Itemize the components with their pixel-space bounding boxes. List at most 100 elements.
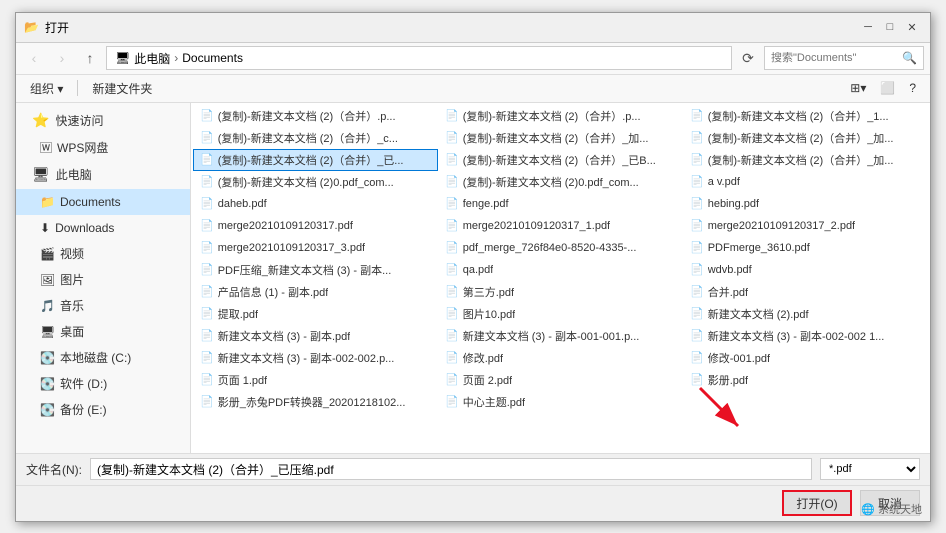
pdf-icon: 📄	[445, 263, 459, 276]
sidebar-item-videos[interactable]: 🎬 视频	[16, 241, 190, 267]
list-item[interactable]: 📄影册_赤兔PDF转换器_20201218102...	[193, 391, 438, 413]
close-button[interactable]: ✕	[902, 17, 922, 37]
up-button[interactable]: ↑	[78, 46, 102, 70]
list-item[interactable]: 📄合并.pdf	[683, 281, 928, 303]
path-separator: ›	[174, 51, 178, 65]
open-button-label: 打开(O)	[796, 495, 837, 512]
sidebar-item-software-d[interactable]: 💽 软件 (D:)	[16, 371, 190, 397]
view-button[interactable]: ⊞▾	[844, 77, 872, 99]
list-item[interactable]: 📄(复制)-新建文本文档 (2)（合并）.p...	[438, 105, 683, 127]
list-item[interactable]: 📄(复制)-新建文本文档 (2)（合并）_c...	[193, 127, 438, 149]
maximize-button[interactable]: □	[880, 17, 900, 37]
pdf-icon: 📄	[445, 131, 459, 144]
sidebar-item-pictures[interactable]: 🖼 图片	[16, 267, 190, 293]
sidebar-item-documents[interactable]: 📁 Documents	[16, 189, 190, 215]
list-item[interactable]: 📄新建文本文档 (3) - 副本-001-001.p...	[438, 325, 683, 347]
path-icon: 🖥	[115, 51, 130, 65]
list-item[interactable]: 📄新建文本文档 (3) - 副本-002-002.p...	[193, 347, 438, 369]
file-area[interactable]: 📄(复制)-新建文本文档 (2)（合并）.p...📄(复制)-新建文本文档 (2…	[191, 103, 930, 453]
list-item[interactable]: 📄fenge.pdf	[438, 193, 683, 215]
list-item[interactable]: 📄merge20210109120317.pdf	[193, 215, 438, 237]
list-item[interactable]: 📄新建文本文档 (2).pdf	[683, 303, 928, 325]
list-item[interactable]: 📄图片10.pdf	[438, 303, 683, 325]
list-item[interactable]: 📄中心主题.pdf	[438, 391, 683, 413]
downloads-label: Downloads	[55, 221, 114, 235]
list-item[interactable]: 📄(复制)-新建文本文档 (2)（合并）_已B...	[438, 149, 683, 171]
list-item[interactable]: 📄提取.pdf	[193, 303, 438, 325]
file-name: 修改-001.pdf	[708, 350, 770, 366]
minimize-button[interactable]: ─	[858, 17, 878, 37]
list-item[interactable]: 📄daheb.pdf	[193, 193, 438, 215]
sidebar-item-this-pc[interactable]: 🖥 此电脑	[16, 161, 190, 189]
list-item[interactable]: 📄产品信息 (1) - 副本.pdf	[193, 281, 438, 303]
toolbar-separator	[77, 80, 78, 96]
help-button[interactable]: ?	[903, 77, 922, 99]
sidebar-item-desktop[interactable]: 🖥 桌面	[16, 319, 190, 345]
pdf-icon: 📄	[690, 351, 704, 364]
list-item[interactable]: 📄pdf_merge_726f84e0-8520-4335-...	[438, 237, 683, 259]
preview-button[interactable]: ⬜	[874, 77, 901, 99]
pdf-icon: 📄	[200, 263, 214, 276]
list-item[interactable]: 📄第三方.pdf	[438, 281, 683, 303]
search-input[interactable]	[771, 52, 898, 64]
list-item[interactable]: 📄a v.pdf	[683, 171, 928, 193]
list-item[interactable]: 📄(复制)-新建文本文档 (2)0.pdf_com...	[193, 171, 438, 193]
pdf-icon: 📄	[200, 219, 214, 232]
organize-button[interactable]: 组织 ▾	[24, 77, 69, 99]
open-button[interactable]: 打开(O)	[782, 490, 852, 516]
list-item[interactable]: 📄 修改-001.pdf	[683, 347, 928, 369]
list-item[interactable]: 📄(复制)-新建文本文档 (2)（合并）_加...	[683, 149, 928, 171]
filename-input[interactable]	[90, 458, 812, 480]
list-item[interactable]: 📄merge20210109120317_3.pdf	[193, 237, 438, 259]
disk-c-icon: 💽	[40, 351, 55, 365]
search-icon: 🔍	[902, 51, 917, 65]
list-item[interactable]: 📄(复制)-新建文本文档 (2)（合并）_加...	[683, 127, 928, 149]
list-item[interactable]: 📄PDF压缩_新建文本文档 (3) - 副本...	[193, 259, 438, 281]
sidebar-item-wps[interactable]: 🅆 WPS网盘	[16, 135, 190, 161]
sidebar-item-downloads[interactable]: ⬇ Downloads	[16, 215, 190, 241]
list-item[interactable]: 📄merge20210109120317_1.pdf	[438, 215, 683, 237]
list-item[interactable]: 📄qa.pdf	[438, 259, 683, 281]
list-item[interactable]: 📄(复制)-新建文本文档 (2)（合并）_1...	[683, 105, 928, 127]
list-item[interactable]: 📄页面 1.pdf	[193, 369, 438, 391]
back-button[interactable]: ‹	[22, 46, 46, 70]
address-path[interactable]: 🖥 此电脑 › Documents	[106, 46, 732, 70]
new-folder-button[interactable]: 新建文件夹	[86, 77, 158, 99]
cancel-button[interactable]: 取消	[860, 490, 920, 516]
list-item[interactable]: 📄新建文本文档 (3) - 副本-002-002 1...	[683, 325, 928, 347]
list-item[interactable]: 📄影册.pdf	[683, 369, 928, 391]
sidebar-item-backup-e[interactable]: 💽 备份 (E:)	[16, 397, 190, 423]
list-item[interactable]: 📄(复制)-新建文本文档 (2)0.pdf_com...	[438, 171, 683, 193]
dialog-icon: 📂	[24, 20, 39, 34]
list-item[interactable]: 📄PDFmerge_3610.pdf	[683, 237, 928, 259]
list-item[interactable]: 📄(复制)-新建文本文档 (2)（合并）.p...	[193, 105, 438, 127]
search-box[interactable]: 🔍	[764, 46, 924, 70]
title-bar-left: 📂 打开	[24, 19, 69, 36]
sidebar-item-music[interactable]: 🎵 音乐	[16, 293, 190, 319]
path-pc: 此电脑	[134, 50, 170, 67]
sidebar-item-quick-access[interactable]: ⭐ 快速访问	[16, 107, 190, 135]
filetype-dropdown[interactable]: *.pdf	[820, 458, 920, 480]
list-item[interactable]: 📄(复制)-新建文本文档 (2)（合并）_加...	[438, 127, 683, 149]
refresh-button[interactable]: ⟳	[736, 46, 760, 70]
pdf-icon: 📄	[690, 307, 704, 320]
list-item[interactable]: 📄wdvb.pdf	[683, 259, 928, 281]
downloads-icon: ⬇	[40, 221, 50, 235]
list-item[interactable]: 📄新建文本文档 (3) - 副本.pdf	[193, 325, 438, 347]
pdf-icon: 📄	[200, 351, 214, 364]
list-item[interactable]: 📄merge20210109120317_2.pdf	[683, 215, 928, 237]
pdf-icon: 📄	[690, 197, 704, 210]
sidebar-item-local-c[interactable]: 💽 本地磁盘 (C:)	[16, 345, 190, 371]
dialog-title: 打开	[45, 19, 69, 36]
disk-e-icon: 💽	[40, 403, 55, 417]
file-grid: 📄(复制)-新建文本文档 (2)（合并）.p...📄(复制)-新建文本文档 (2…	[193, 105, 928, 413]
desktop-label: 桌面	[60, 323, 84, 340]
list-item[interactable]: 📄修改.pdf	[438, 347, 683, 369]
local-disk-c-label: 本地磁盘 (C:)	[60, 349, 131, 366]
pdf-icon: 📄	[200, 197, 214, 210]
list-item[interactable]: 📄hebing.pdf	[683, 193, 928, 215]
list-item[interactable]: 📄(复制)-新建文本文档 (2)（合并）_已...	[193, 149, 438, 171]
pdf-icon: 📄	[445, 153, 459, 166]
forward-button[interactable]: ›	[50, 46, 74, 70]
list-item[interactable]: 📄页面 2.pdf	[438, 369, 683, 391]
